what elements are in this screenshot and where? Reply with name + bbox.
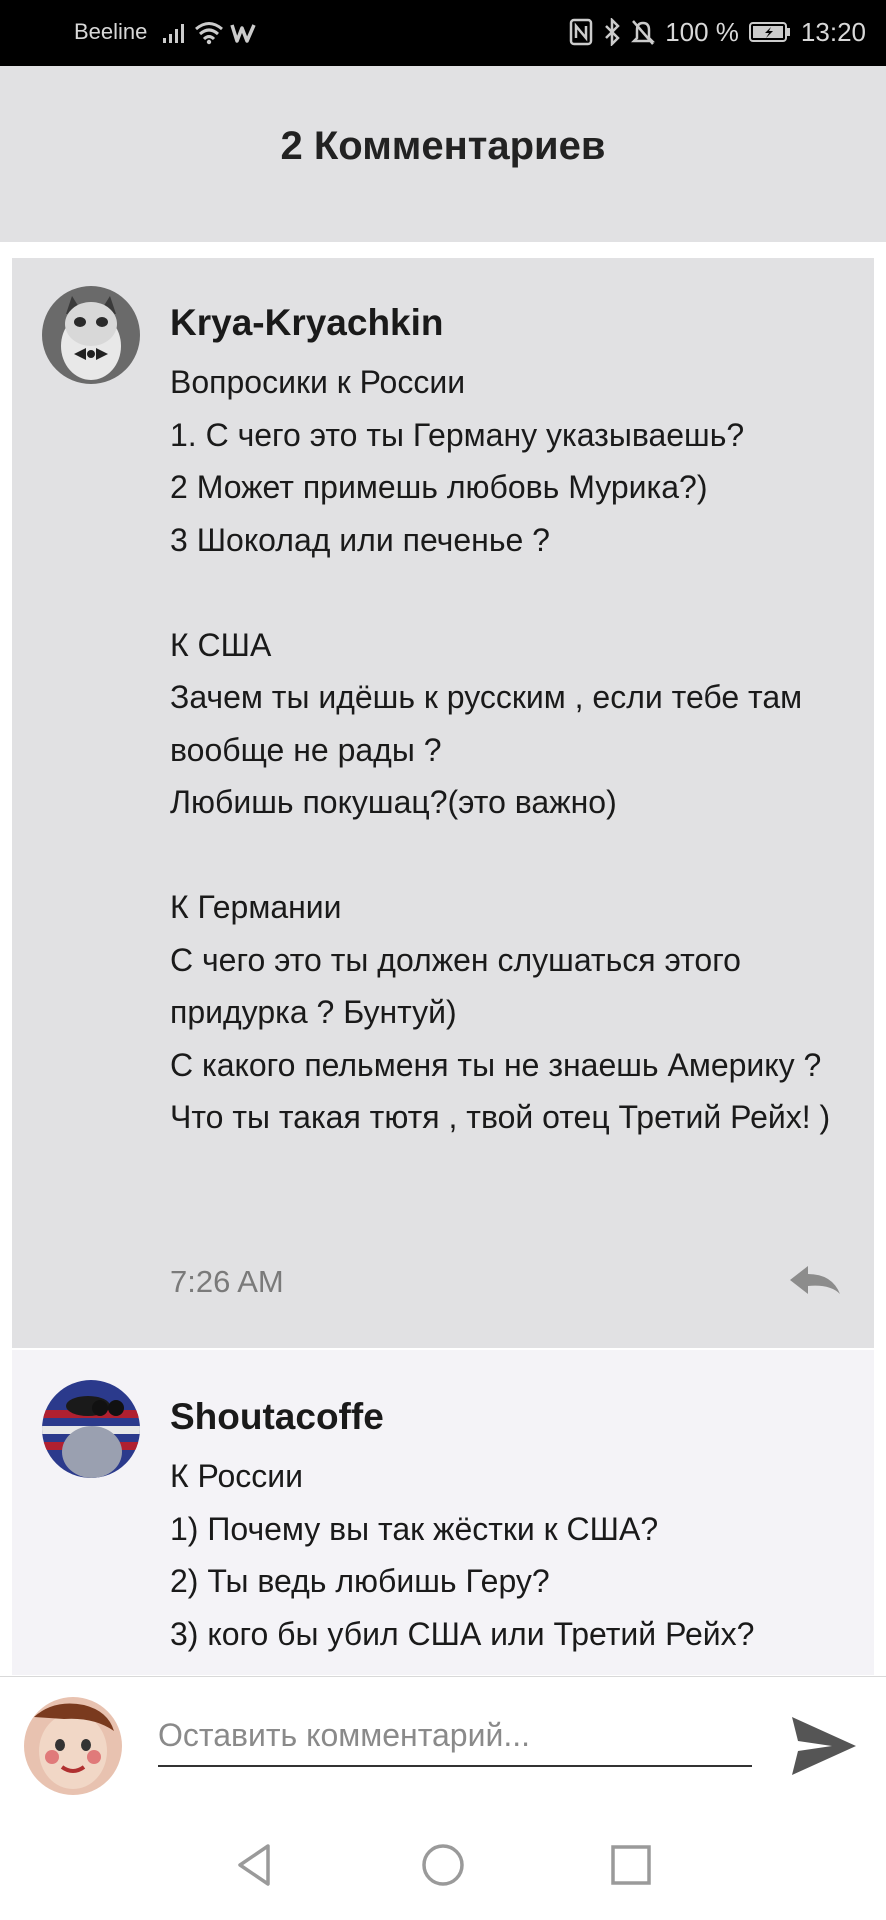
w-app-icon	[230, 22, 258, 44]
mute-icon	[631, 18, 656, 46]
reply-icon[interactable]	[788, 1262, 844, 1302]
current-user-avatar	[24, 1697, 122, 1795]
comments-header: 2 Комментариев	[0, 66, 886, 242]
status-bar: Beeline 100 % 13:20	[0, 0, 886, 66]
avatar[interactable]	[42, 286, 140, 384]
clock: 13:20	[800, 16, 866, 47]
comment-timestamp: 7:26 AM	[170, 1264, 284, 1299]
bluetooth-icon	[603, 18, 621, 46]
comment-input-bar	[0, 1676, 886, 1812]
nfc-icon	[569, 18, 593, 46]
comment-input[interactable]	[158, 1705, 752, 1767]
signal-icon	[162, 22, 188, 44]
comment-author[interactable]: Shoutacoffe	[170, 1396, 384, 1438]
comment-card[interactable]: Shoutacoffe К России 1) Почему вы так жё…	[12, 1350, 874, 1675]
comment-text: К России 1) Почему вы так жёстки к США? …	[170, 1458, 755, 1652]
back-nav-icon[interactable]	[230, 1840, 280, 1890]
battery-icon	[748, 21, 791, 43]
comments-count-title: 2 Комментариев	[280, 124, 606, 168]
home-nav-icon[interactable]	[418, 1840, 468, 1890]
wifi-icon	[194, 21, 224, 45]
comment-text: Вопросики к России 1. С чего это ты Герм…	[170, 364, 831, 1135]
send-icon[interactable]	[790, 1713, 858, 1779]
comment-author[interactable]: Krya-Kryachkin	[170, 302, 444, 344]
avatar[interactable]	[42, 1380, 140, 1478]
comment-card[interactable]: Krya-Kryachkin Вопросики к России 1. С ч…	[12, 258, 874, 1348]
system-nav-bar	[0, 1812, 886, 1920]
carrier-name: Beeline	[74, 19, 148, 44]
recents-nav-icon[interactable]	[606, 1840, 656, 1890]
battery-percent: 100 %	[665, 16, 739, 47]
